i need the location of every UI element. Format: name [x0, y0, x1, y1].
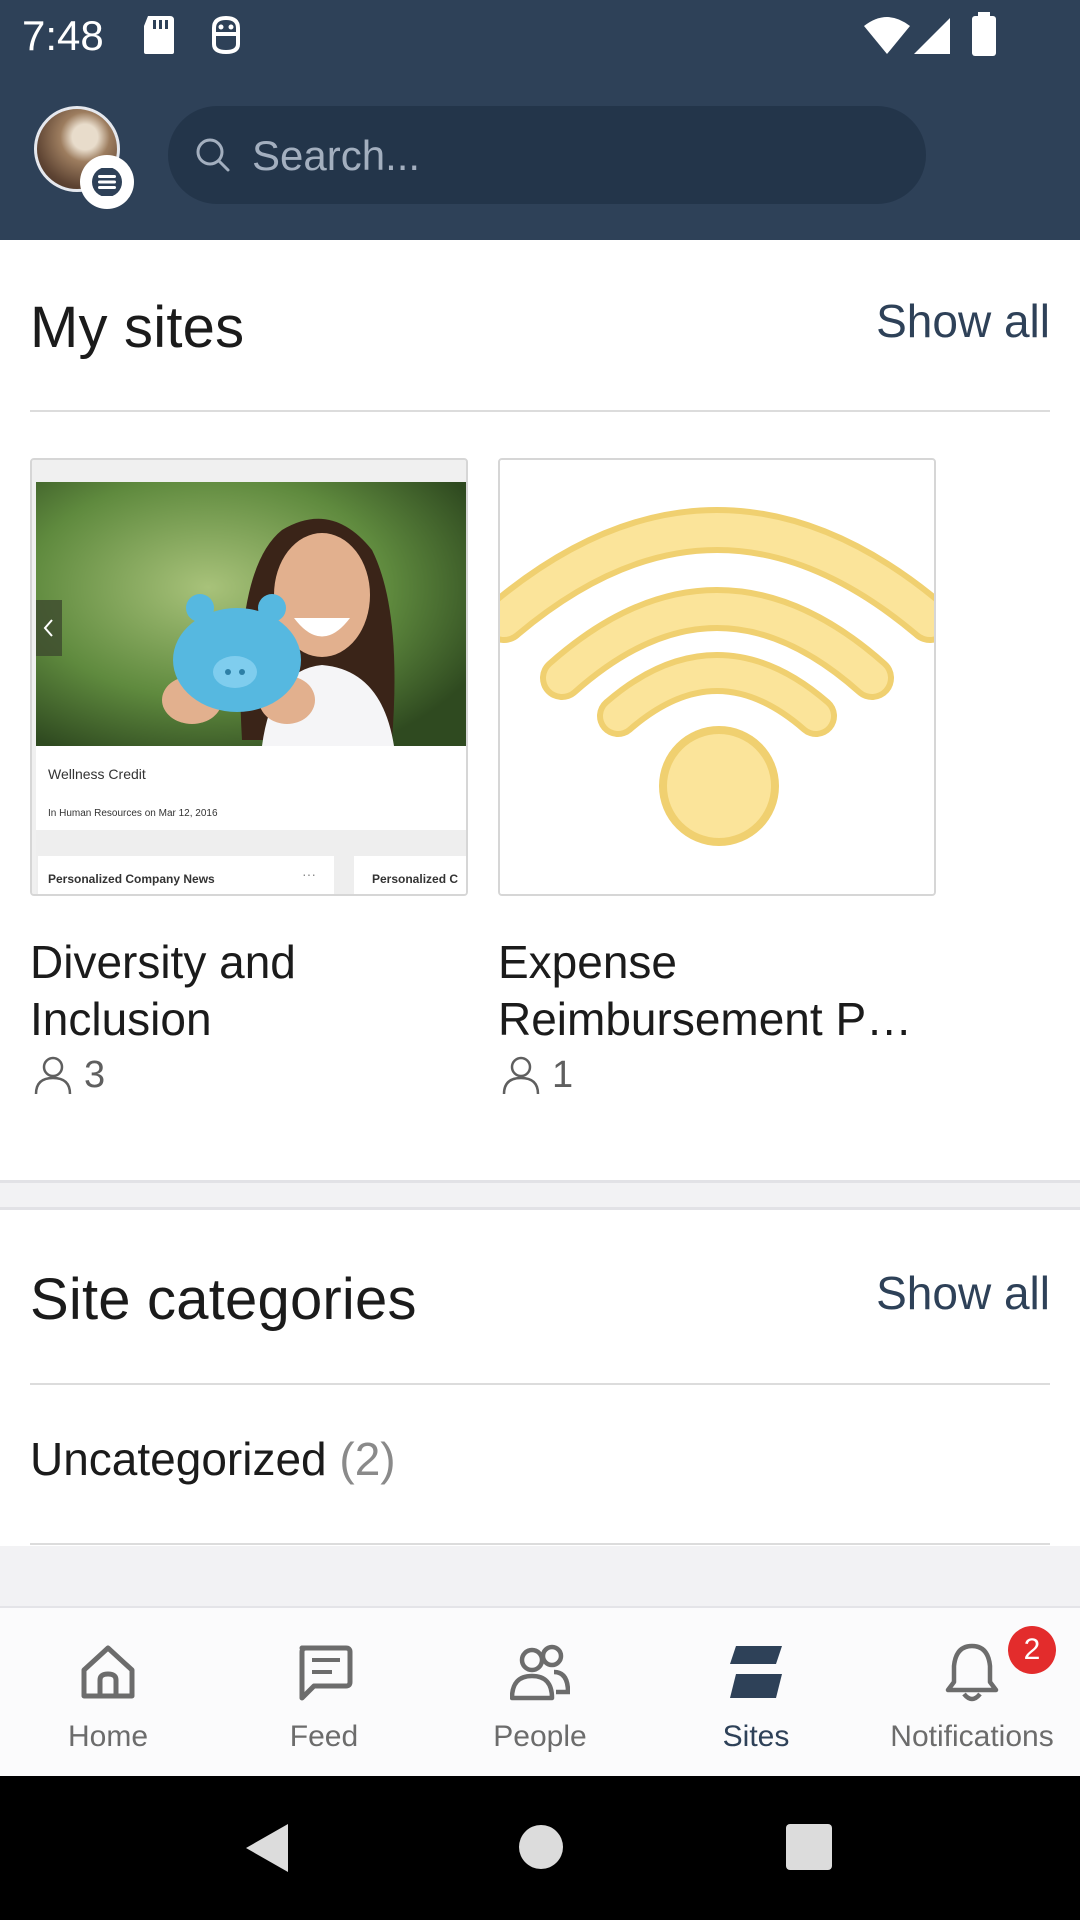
nav-feed-label: Feed [289, 1720, 359, 1753]
site-preview-image [32, 460, 466, 894]
category-count: (2) [339, 1433, 396, 1485]
search-placeholder: Search... [252, 132, 421, 179]
home-button-icon[interactable] [518, 1824, 564, 1870]
member-count: 1 [552, 1053, 574, 1096]
bottom-nav: Home Feed People Sites 2 Notifications [0, 1606, 1080, 1776]
menu-icon[interactable] [80, 155, 134, 209]
notification-badge: 2 [1008, 1626, 1056, 1674]
divider [30, 1383, 1050, 1385]
battery-icon [972, 12, 996, 56]
my-sites-show-all-link[interactable]: Show all [876, 294, 1050, 348]
thumb-tab-label-2: Personalized C [372, 872, 459, 886]
nav-notifications[interactable]: 2 Notifications [864, 1608, 1080, 1778]
nav-sites[interactable]: Sites [648, 1608, 864, 1778]
search-input[interactable]: Search... [168, 106, 926, 204]
nav-feed[interactable]: Feed [216, 1608, 432, 1778]
bell-icon [945, 1643, 999, 1702]
nav-notifications-label: Notifications [890, 1720, 1054, 1753]
wifi-status-icon [864, 17, 910, 54]
category-item-uncategorized[interactable]: Uncategorized (2) [30, 1432, 396, 1486]
divider [30, 1543, 1050, 1545]
nav-home[interactable]: Home [0, 1608, 216, 1778]
site-name[interactable]: Diversity and Inclusion [30, 934, 468, 1048]
site-members: 3 [32, 1050, 105, 1100]
thumb-more-icon: ··· [302, 866, 316, 882]
people-icon [510, 1644, 570, 1701]
person-icon [502, 1056, 540, 1095]
site-thumbnail[interactable]: Wellness Credit In Human Resources on Ma… [30, 458, 468, 896]
divider [30, 410, 1050, 412]
wifi-icon [500, 460, 934, 894]
my-sites-title: My sites [30, 295, 245, 360]
site-name[interactable]: Expense Reimbursement P… [498, 934, 936, 1048]
member-count: 3 [84, 1053, 106, 1096]
thumb-post-meta: In Human Resources on Mar 12, 2016 [48, 808, 218, 819]
back-icon[interactable] [244, 1822, 290, 1874]
category-name: Uncategorized [30, 1433, 327, 1485]
nav-sites-label: Sites [722, 1720, 790, 1753]
sd-card-icon [144, 16, 174, 54]
home-icon [81, 1645, 135, 1699]
sites-icon [730, 1646, 782, 1698]
app-header: 7:48 Search... [0, 0, 1080, 240]
recents-icon[interactable] [786, 1824, 832, 1870]
thumb-tab-label: Personalized Company News [48, 872, 215, 886]
site-categories-title: Site categories [30, 1267, 417, 1332]
search-icon [196, 138, 230, 172]
nav-people[interactable]: People [432, 1608, 648, 1778]
content-bottom-band [0, 1546, 1080, 1606]
signal-icon [914, 18, 950, 54]
system-nav-bar [0, 1776, 1080, 1920]
android-debug-icon [212, 15, 240, 55]
person-icon [34, 1056, 72, 1095]
site-members: 1 [500, 1050, 573, 1100]
section-separator [0, 1207, 1080, 1210]
nav-people-label: People [493, 1720, 587, 1753]
thumb-post-title: Wellness Credit [48, 766, 146, 782]
nav-home-label: Home [67, 1720, 149, 1753]
site-thumbnail[interactable] [498, 458, 936, 896]
status-time: 7:48 [22, 12, 104, 59]
feed-icon [299, 1645, 353, 1701]
site-categories-show-all-link[interactable]: Show all [876, 1266, 1050, 1320]
section-separator-band [0, 1183, 1080, 1207]
status-bar: 7:48 [0, 0, 1080, 72]
